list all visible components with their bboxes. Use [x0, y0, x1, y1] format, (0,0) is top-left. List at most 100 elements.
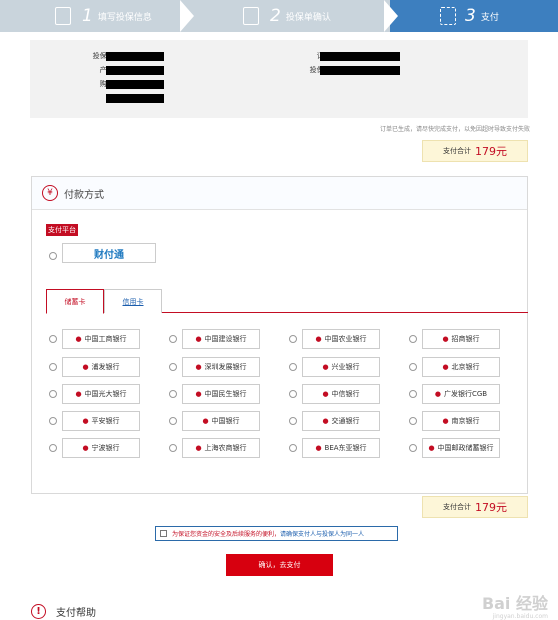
bank-option[interactable]: ● 宁波银行 [62, 438, 140, 458]
bank-logo-icon: ● [195, 335, 202, 343]
bank-option[interactable]: ● 中信银行 [302, 384, 380, 404]
bank-name: 中国银行 [211, 417, 240, 425]
bank-option[interactable]: ● 中国民生银行 [182, 384, 260, 404]
bank-name: 上海农商银行 [204, 444, 247, 452]
watermark: Bai 经验 [481, 594, 548, 613]
bank-logo-icon: ● [442, 363, 449, 371]
bank-logo-icon: ● [322, 390, 329, 398]
bank-option[interactable]: ● 深圳发展银行 [182, 357, 260, 377]
bank-logo-icon: ● [82, 444, 89, 452]
bank-option[interactable]: ● 兴业银行 [302, 357, 380, 377]
bank-radio[interactable] [169, 417, 177, 425]
bank-option[interactable]: ● 浦发银行 [62, 357, 140, 377]
tenpay-logo[interactable]: 财付通 [62, 243, 156, 263]
bank-radio[interactable] [49, 363, 57, 371]
bank-option[interactable]: ● 中国建设银行 [182, 329, 260, 349]
bank-option[interactable]: ● 上海农商银行 [182, 438, 260, 458]
bank-radio[interactable] [169, 335, 177, 343]
tab-label: 储蓄卡 [64, 297, 86, 306]
bank-radio[interactable] [289, 417, 297, 425]
step-3: 3 支付 [465, 0, 499, 32]
bank-name: 平安银行 [91, 417, 120, 425]
bank-option[interactable]: ● 中国光大银行 [62, 384, 140, 404]
bank-option[interactable]: ● 中国银行 [182, 411, 260, 431]
bank-option[interactable]: ● 平安银行 [62, 411, 140, 431]
bank-logo-icon: ● [75, 335, 82, 343]
step-label: 填写投保信息 [97, 12, 152, 23]
payment-header: ¥ 付款方式 [32, 177, 527, 210]
bank-radio[interactable] [409, 417, 417, 425]
platform-radio[interactable] [49, 252, 57, 260]
redacted-value [106, 52, 164, 61]
agreement-text-b: 请确保支付人与投保人为同一人 [280, 531, 365, 538]
redacted-value [320, 66, 400, 75]
redacted-value [106, 66, 164, 75]
bank-option[interactable]: ● BEA东亚银行 [302, 438, 380, 458]
bank-radio[interactable] [49, 417, 57, 425]
payment-panel: ¥ 付款方式 支付平台 财付通 储蓄卡 信用卡 ● 中国工商银行 ● 中国建设银行 ● 中… [31, 176, 528, 494]
bank-option[interactable]: ● 南京银行 [422, 411, 500, 431]
bank-logo-icon: ● [82, 417, 89, 425]
bank-logo-icon: ● [442, 417, 449, 425]
bank-name: 中国建设银行 [204, 335, 247, 343]
step-divider [180, 0, 194, 32]
redacted-value [106, 94, 164, 103]
bank-option[interactable]: ● 中国农业银行 [302, 329, 380, 349]
bank-option[interactable]: ● 北京银行 [422, 357, 500, 377]
bank-radio[interactable] [169, 390, 177, 398]
bank-radio[interactable] [49, 390, 57, 398]
bank-radio[interactable] [409, 390, 417, 398]
progress-steps: 1 填写投保信息 2 投保单确认 3 支付 [0, 0, 558, 32]
bank-radio[interactable] [289, 444, 297, 452]
bank-radio[interactable] [409, 363, 417, 371]
tab-credit-card[interactable]: 信用卡 [104, 289, 162, 313]
bank-radio[interactable] [169, 444, 177, 452]
bank-option[interactable]: ● 中国邮政储蓄银行 [422, 438, 500, 458]
bank-name: 浦发银行 [91, 363, 120, 371]
bank-option[interactable]: ● 广发银行CGB [422, 384, 500, 404]
payment-help: ! 支付帮助 [31, 604, 96, 619]
watermark-url: jingyan.baidu.com [492, 613, 548, 620]
step-2: 2 投保单确认 [270, 0, 331, 32]
bank-logo-icon: ● [428, 444, 435, 452]
bank-radio[interactable] [169, 363, 177, 371]
bank-option[interactable]: ● 招商银行 [422, 329, 500, 349]
agreement-checkbox[interactable] [160, 530, 167, 537]
total-amount: 179元 [475, 501, 507, 514]
tab-label: 信用卡 [122, 297, 144, 306]
bank-logo-icon: ● [195, 390, 202, 398]
agreement-checkbox-row[interactable]: 为保证您资金的安全及后续服务的便利，请确保支付人与投保人为同一人 [155, 526, 398, 541]
bank-option[interactable]: ● 中国工商银行 [62, 329, 140, 349]
total-label: 支付合计 [443, 503, 471, 511]
bank-name: 中国光大银行 [84, 390, 127, 398]
step-number: 1 [82, 6, 93, 26]
bank-name: 中信银行 [331, 390, 360, 398]
bank-radio[interactable] [289, 390, 297, 398]
bank-radio[interactable] [289, 363, 297, 371]
yen-icon: ¥ [42, 185, 58, 201]
payment-list-icon [440, 7, 456, 25]
bank-logo-icon: ● [195, 444, 202, 452]
step-1: 1 填写投保信息 [82, 0, 152, 32]
confirm-pay-button[interactable]: 确认，去支付 [226, 554, 333, 576]
order-info-panel: 投保人姓名: 产品名称: 购买时间: 保 费: 订单号: 投保单号: [30, 40, 528, 118]
bank-name: 广发银行CGB [443, 390, 488, 398]
bank-radio[interactable] [49, 335, 57, 343]
bank-radio[interactable] [409, 335, 417, 343]
bank-name: BEA东亚银行 [324, 444, 367, 452]
bank-radio[interactable] [409, 444, 417, 452]
redacted-value [106, 80, 164, 89]
step-label: 支付 [480, 12, 499, 23]
bank-radio[interactable] [49, 444, 57, 452]
agreement-text-a: 为保证您资金的安全及后续服务的便利， [172, 531, 281, 538]
bank-option[interactable]: ● 交通银行 [302, 411, 380, 431]
total-box-bottom: 支付合计 179元 [422, 496, 528, 518]
tab-debit-card[interactable]: 储蓄卡 [46, 289, 104, 314]
step-number: 2 [270, 6, 281, 26]
bank-name: 中国工商银行 [84, 335, 127, 343]
bank-radio[interactable] [289, 335, 297, 343]
bank-name: 深圳发展银行 [204, 363, 247, 371]
bank-logo-icon: ● [75, 390, 82, 398]
total-label: 支付合计 [443, 147, 471, 155]
agreement-text: 为保证您资金的安全及后续服务的便利，请确保支付人与投保人为同一人 [172, 529, 364, 538]
